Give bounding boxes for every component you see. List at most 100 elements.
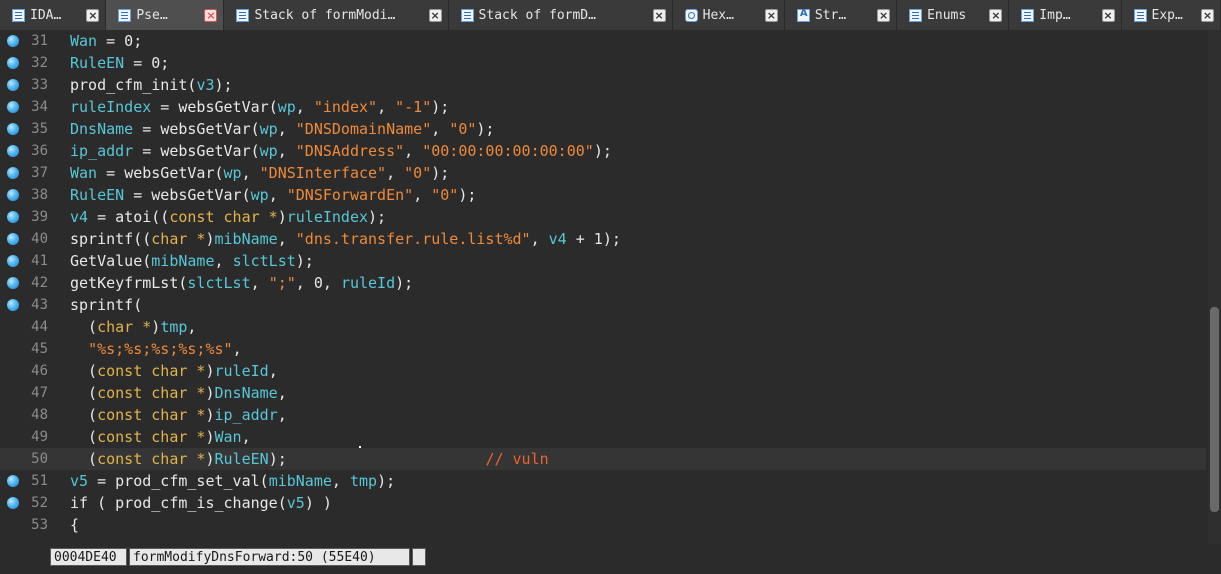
code-token[interactable]: ip_addr [215, 406, 278, 424]
close-icon[interactable]: × [764, 8, 778, 22]
close-icon[interactable]: × [877, 8, 891, 22]
code-token[interactable]: Wan [70, 164, 97, 182]
code-token[interactable]: RuleEN [70, 186, 124, 204]
close-icon[interactable]: × [204, 8, 218, 22]
code-line[interactable]: 37 Wan = websGetVar(wp, "DNSInterface", "… [0, 162, 1206, 184]
code-line[interactable]: 53 { [0, 514, 1206, 536]
code-line[interactable]: 41 GetValue(mibName, slctLst); [0, 250, 1206, 272]
code-line[interactable]: 48 (const char *)ip_addr, [0, 404, 1206, 426]
close-icon[interactable]: × [1101, 8, 1115, 22]
code-line[interactable]: 52 if ( prod_cfm_is_change(v5) ) [0, 492, 1206, 514]
code-token[interactable]: wp [278, 98, 296, 116]
code-token[interactable]: atoi [115, 208, 151, 226]
breakpoint-dot-icon[interactable] [7, 145, 19, 157]
code-line[interactable]: 43 sprintf( [0, 294, 1206, 316]
code-token[interactable]: mibName [269, 472, 332, 490]
breakpoint-dot-icon[interactable] [7, 255, 19, 267]
code-line[interactable]: 39 v4 = atoi((const char *)ruleIndex); [0, 206, 1206, 228]
code-token[interactable]: ip_addr [70, 142, 133, 160]
breakpoint-dot-icon[interactable] [7, 497, 19, 509]
tab-1[interactable]: Pse… × [106, 0, 225, 30]
breakpoint-dot-icon[interactable] [7, 299, 19, 311]
breakpoint-dot-icon[interactable] [7, 233, 19, 245]
tab-2[interactable]: Stack of formModi… × [224, 0, 449, 30]
code-token[interactable]: mibName [151, 252, 214, 270]
tab-6[interactable]: Enums × [897, 0, 1010, 30]
code-token[interactable]: wp [224, 164, 242, 182]
code-token[interactable]: tmp [350, 472, 377, 490]
code-token[interactable]: websGetVar [160, 120, 250, 138]
code-token[interactable]: getKeyfrmLst [70, 274, 178, 292]
code-token[interactable]: tmp [160, 318, 187, 336]
code-line[interactable]: 50 (const char *)RuleEN); // vuln [0, 448, 1206, 470]
code-line[interactable]: 46 (const char *)ruleId, [0, 360, 1206, 382]
pseudocode-editor[interactable]: 31 Wan = 0; 32 RuleEN = 0; 33 prod_cfm_init(v… [0, 30, 1208, 544]
code-token[interactable]: v5 [70, 472, 88, 490]
code-token[interactable]: websGetVar [124, 164, 214, 182]
tab-0[interactable]: IDA… × [0, 0, 107, 30]
code-token[interactable]: prod_cfm_set_val [115, 472, 260, 490]
tab-4[interactable]: Hex… × [672, 0, 785, 30]
code-token[interactable]: websGetVar [178, 98, 268, 116]
close-icon[interactable]: × [86, 8, 100, 22]
close-icon[interactable]: × [428, 8, 442, 22]
breakpoint-dot-icon[interactable] [7, 189, 19, 201]
code-token[interactable]: wp [260, 120, 278, 138]
code-line[interactable]: 36 ip_addr = websGetVar(wp, "DNSAddress",… [0, 140, 1206, 162]
code-line[interactable]: 45 "%s;%s;%s;%s;%s", [0, 338, 1206, 360]
breakpoint-dot-icon[interactable] [7, 123, 19, 135]
code-line[interactable]: 38 RuleEN = websGetVar(wp, "DNSForwardEn"… [0, 184, 1206, 206]
code-token[interactable]: ruleId [341, 274, 395, 292]
code-token[interactable]: ruleIndex [287, 208, 368, 226]
tab-3[interactable]: Stack of formD… × [448, 0, 673, 30]
code-token[interactable]: websGetVar [151, 186, 241, 204]
breakpoint-dot-icon[interactable] [7, 277, 19, 289]
code-token[interactable]: ruleIndex [70, 98, 151, 116]
breakpoint-dot-icon[interactable] [7, 35, 19, 47]
code-token[interactable]: slctLst [187, 274, 250, 292]
code-token[interactable]: RuleEN [215, 450, 269, 468]
code-line[interactable]: 32 RuleEN = 0; [0, 52, 1206, 74]
code-token[interactable]: v3 [196, 76, 214, 94]
close-icon[interactable]: × [1200, 8, 1214, 22]
code-token[interactable]: Wan [70, 32, 97, 50]
breakpoint-dot-icon[interactable] [7, 101, 19, 113]
code-line[interactable]: 40 sprintf((char *)mibName, "dns.transfer… [0, 228, 1206, 250]
code-line[interactable]: 49 (const char *)Wan, [0, 426, 1206, 448]
close-icon[interactable]: × [652, 8, 666, 22]
code-token[interactable]: DnsName [215, 384, 278, 402]
code-token[interactable]: sprintf [70, 230, 133, 248]
tab-8[interactable]: Exp… × [1121, 0, 1221, 30]
code-token[interactable]: DnsName [70, 120, 133, 138]
code-token[interactable]: Wan [215, 428, 242, 446]
code-line[interactable]: 35 DnsName = websGetVar(wp, "DNSDomainNam… [0, 118, 1206, 140]
scrollbar-thumb[interactable] [1210, 307, 1219, 512]
breakpoint-dot-icon[interactable] [7, 167, 19, 179]
code-token[interactable]: prod_cfm_init [70, 76, 187, 94]
code-token[interactable]: mibName [215, 230, 278, 248]
code-line[interactable]: 34 ruleIndex = websGetVar(wp, "index", "-… [0, 96, 1206, 118]
breakpoint-dot-icon[interactable] [7, 57, 19, 69]
breakpoint-dot-icon[interactable] [7, 475, 19, 487]
vertical-scrollbar[interactable] [1208, 30, 1221, 544]
code-token[interactable]: sprintf [70, 296, 133, 314]
code-token[interactable]: prod_cfm_is_change [115, 494, 278, 512]
code-token[interactable]: websGetVar [160, 142, 250, 160]
code-token[interactable]: wp [251, 186, 269, 204]
code-token[interactable]: GetValue [70, 252, 142, 270]
code-token[interactable]: v4 [70, 208, 88, 226]
code-token[interactable]: ruleId [215, 362, 269, 380]
code-token[interactable]: RuleEN [70, 54, 124, 72]
close-icon[interactable]: × [989, 8, 1003, 22]
code-token[interactable]: v5 [287, 494, 305, 512]
code-line[interactable]: 47 (const char *)DnsName, [0, 382, 1206, 404]
code-token[interactable]: v4 [549, 230, 567, 248]
code-line[interactable]: 33 prod_cfm_init(v3); [0, 74, 1206, 96]
code-line[interactable]: 31 Wan = 0; [0, 30, 1206, 52]
code-line[interactable]: 51 v5 = prod_cfm_set_val(mibName, tmp); [0, 470, 1206, 492]
tab-5[interactable]: Str… × [784, 0, 898, 30]
breakpoint-dot-icon[interactable] [7, 211, 19, 223]
breakpoint-dot-icon[interactable] [7, 79, 19, 91]
code-token[interactable]: slctLst [233, 252, 296, 270]
code-line[interactable]: 44 (char *)tmp, [0, 316, 1206, 338]
